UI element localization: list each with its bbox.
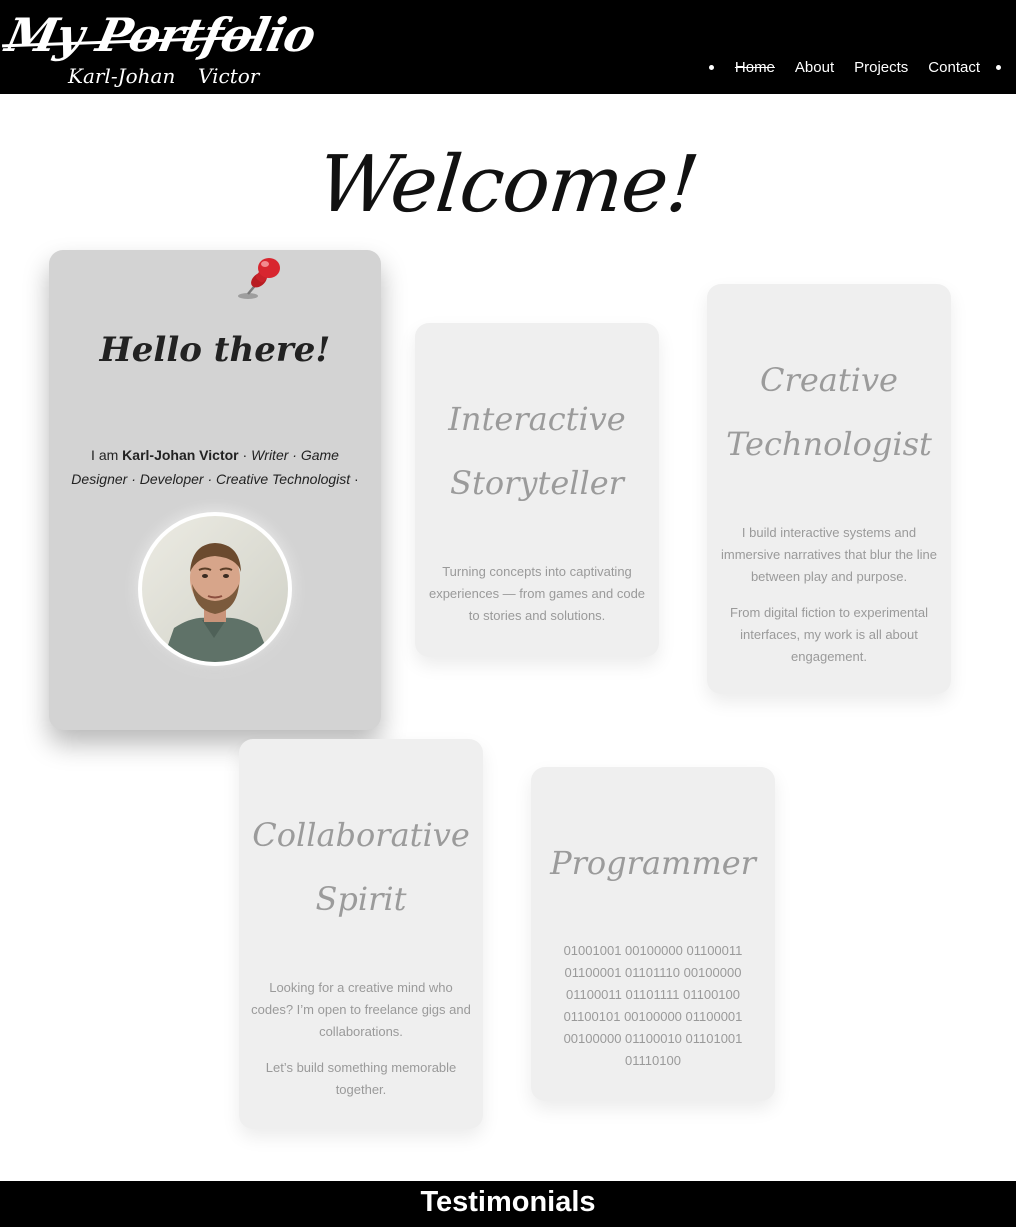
card-paragraph: I build interactive systems and immersiv…	[720, 525, 938, 584]
card-interactive-storyteller: Interactive Storyteller Turning concepts…	[415, 323, 659, 657]
profile-photo	[138, 512, 292, 666]
card-title-line: Programmer	[550, 844, 756, 882]
card-title: Collaborative Spirit	[239, 803, 483, 931]
site-logo[interactable]: My Portfolio Karl-Johan Victor	[1, 6, 320, 92]
logo-title: My Portfolio	[1, 8, 320, 62]
card-text: Looking for a creative mind who codes? I…	[249, 977, 473, 1115]
card-title: Creative Technologist	[707, 348, 951, 476]
card-paragraph: 01001001 00100000 01100011 01100001 0110…	[563, 943, 743, 1068]
card-programmer: Programmer 01001001 00100000 01100011 01…	[531, 767, 775, 1101]
card-text: I build interactive systems and immersiv…	[717, 522, 941, 682]
profile-photo-illustration	[142, 516, 288, 662]
card-text: Turning concepts into captivating experi…	[425, 561, 649, 641]
nav-link-home[interactable]: Home	[735, 59, 775, 76]
card-title: Interactive Storyteller	[415, 387, 659, 515]
main-nav: Home About Projects Contact	[708, 55, 1016, 79]
nav-bullet-icon	[708, 64, 714, 70]
logo-first-name: Karl-Johan	[68, 64, 176, 88]
intro-sep: ·	[350, 471, 359, 487]
pushpin-icon	[238, 258, 280, 299]
card-title: Programmer	[531, 831, 775, 895]
card-title-line: Interactive	[448, 400, 626, 438]
intro-text: I am Karl-Johan Victor · Writer · Game D…	[62, 443, 368, 491]
card-paragraph: From digital fiction to experimental int…	[730, 605, 928, 664]
card-title-line: Creative	[760, 361, 898, 399]
site-header: My Portfolio Karl-Johan Victor Home Abou…	[0, 0, 1016, 94]
card-title-line: Spirit	[315, 880, 407, 918]
card-title-line: Collaborative	[252, 816, 470, 854]
card-paragraph: Looking for a creative mind who codes? I…	[251, 980, 471, 1039]
testimonials-heading: Testimonials	[420, 1186, 596, 1218]
intro-sep: ·	[238, 447, 252, 463]
welcome-title: Welcome!	[313, 140, 703, 230]
intro-heading: Hello there!	[99, 330, 331, 370]
logo-last-name: Victor	[198, 64, 260, 88]
nav-bullet-icon	[996, 64, 1001, 70]
card-title-line: Technologist	[726, 425, 932, 463]
card-paragraph: Turning concepts into captivating experi…	[428, 564, 646, 623]
nav-link-contact[interactable]: Contact	[928, 59, 980, 76]
intro-prefix: I am	[91, 447, 123, 463]
intro-name: Karl-Johan Victor	[122, 447, 239, 463]
card-collaborative-spirit: Collaborative Spirit Looking for a creat…	[239, 739, 483, 1129]
card-paragraph: Let’s build something memorable together…	[265, 1060, 457, 1097]
nav-link-projects[interactable]: Projects	[854, 59, 908, 76]
card-creative-technologist: Creative Technologist I build interactiv…	[707, 284, 951, 694]
card-title-line: Storyteller	[450, 464, 624, 502]
nav-link-about[interactable]: About	[795, 59, 834, 76]
card-text: 01001001 00100000 01100011 01100001 0110…	[555, 940, 751, 1086]
